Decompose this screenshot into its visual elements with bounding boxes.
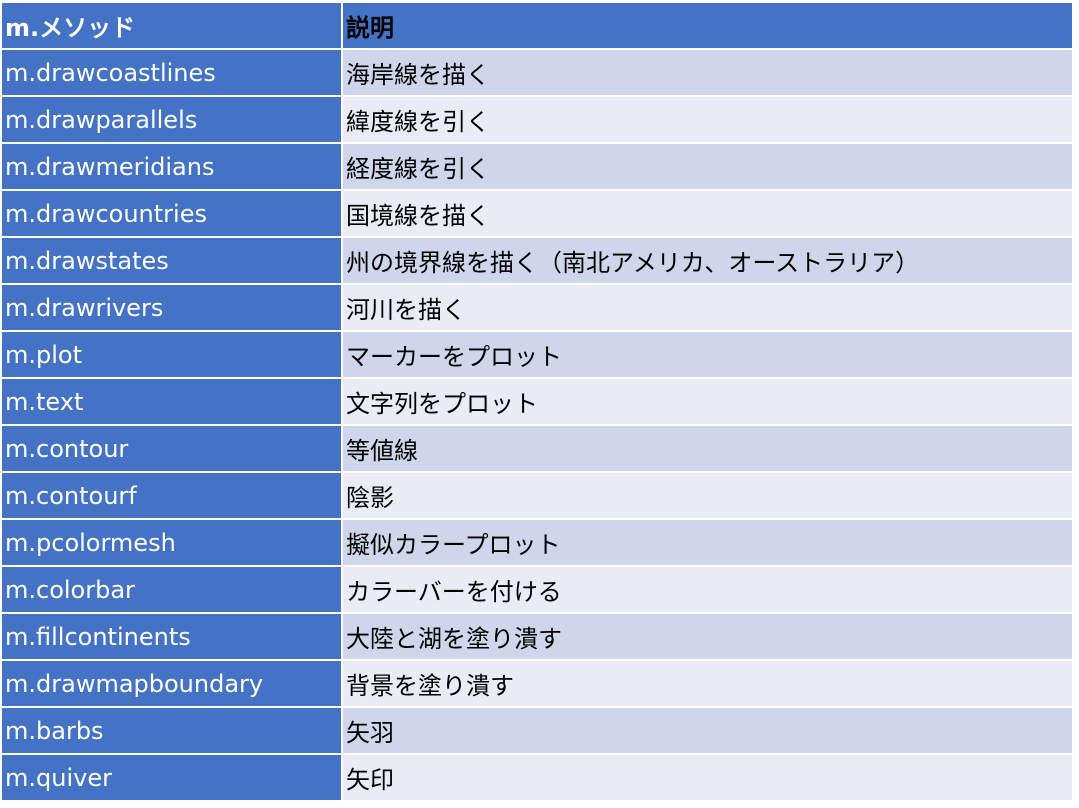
methods-table: m.メソッド 説明 m.drawcoastlines 海岸線を描く m.draw…: [2, 3, 1072, 802]
method-cell: m.drawstates: [2, 238, 343, 285]
description-cell: 国境線を描く: [343, 191, 1072, 238]
description-cell: 経度線を引く: [343, 144, 1072, 191]
description-cell: カラーバーを付ける: [343, 567, 1072, 614]
method-cell: m.drawmapboundary: [2, 661, 343, 708]
method-cell: m.quiver: [2, 755, 343, 802]
description-cell: 文字列をプロット: [343, 379, 1072, 426]
method-cell: m.drawrivers: [2, 285, 343, 332]
method-cell: m.text: [2, 379, 343, 426]
method-cell: m.drawcoastlines: [2, 50, 343, 97]
description-cell: 矢印: [343, 755, 1072, 802]
method-cell: m.plot: [2, 332, 343, 379]
description-cell: 海岸線を描く: [343, 50, 1072, 97]
method-cell: m.fillcontinents: [2, 614, 343, 661]
method-cell: m.drawcountries: [2, 191, 343, 238]
description-cell: 矢羽: [343, 708, 1072, 755]
method-cell: m.pcolormesh: [2, 520, 343, 567]
method-cell: m.drawparallels: [2, 97, 343, 144]
description-cell: マーカーをプロット: [343, 332, 1072, 379]
method-cell: m.barbs: [2, 708, 343, 755]
method-cell: m.drawmeridians: [2, 144, 343, 191]
header-method: m.メソッド: [2, 3, 343, 50]
description-cell: 等値線: [343, 426, 1072, 473]
description-cell: 州の境界線を描く（南北アメリカ、オーストラリア）: [343, 238, 1072, 285]
method-cell: m.contour: [2, 426, 343, 473]
description-cell: 陰影: [343, 473, 1072, 520]
description-cell: 河川を描く: [343, 285, 1072, 332]
method-cell: m.contourf: [2, 473, 343, 520]
description-cell: 擬似カラープロット: [343, 520, 1072, 567]
method-cell: m.colorbar: [2, 567, 343, 614]
header-description: 説明: [343, 3, 1072, 50]
description-cell: 背景を塗り潰す: [343, 661, 1072, 708]
description-cell: 大陸と湖を塗り潰す: [343, 614, 1072, 661]
description-cell: 緯度線を引く: [343, 97, 1072, 144]
